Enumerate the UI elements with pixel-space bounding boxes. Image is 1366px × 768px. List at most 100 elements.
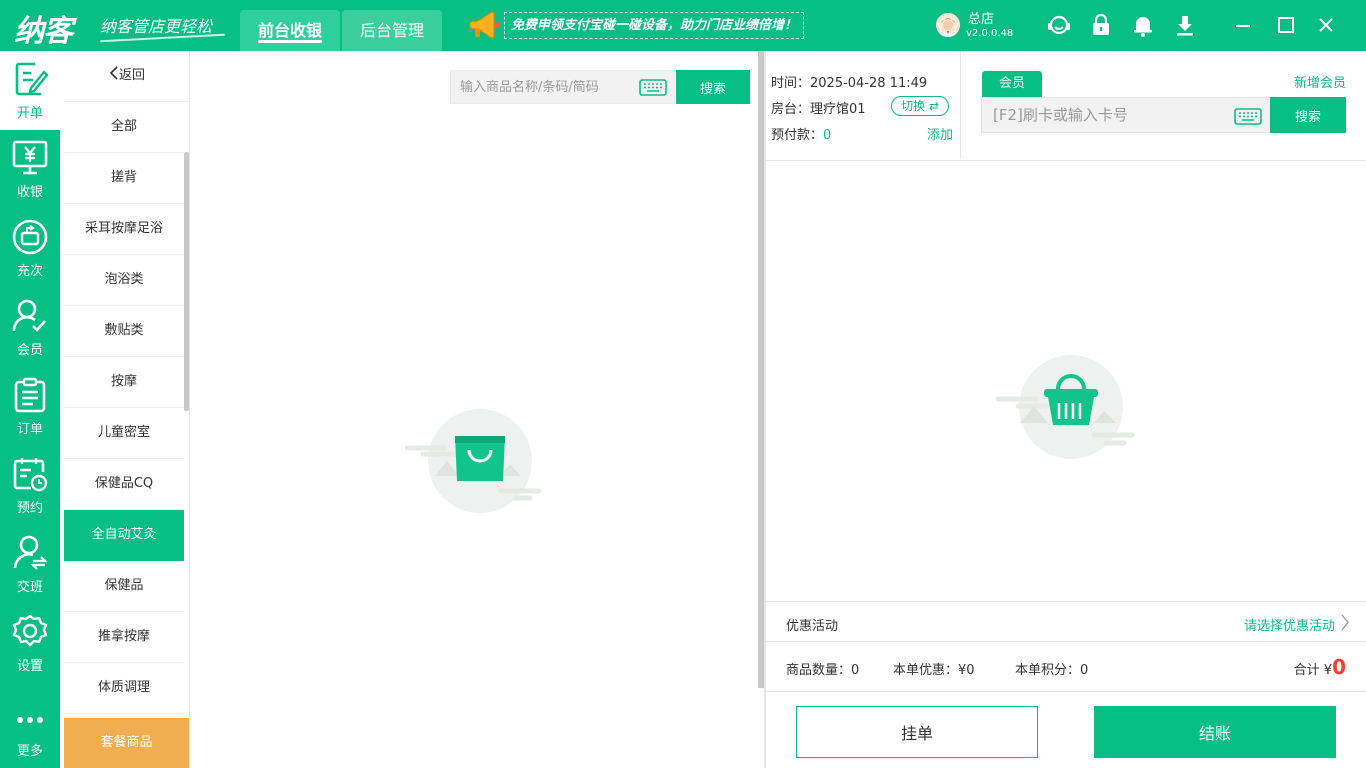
prepay-value: 0	[823, 128, 832, 143]
divider	[766, 160, 1366, 161]
order-edit-icon	[15, 62, 49, 96]
time-value: 2025-04-28 11:49	[810, 76, 928, 91]
discount-label: 本单优惠：	[893, 663, 959, 678]
package-goods-button[interactable]: 套餐商品	[64, 718, 189, 768]
member-tab[interactable]: 会员	[982, 71, 1042, 97]
nav-label: 更多	[16, 744, 43, 759]
top-bar: 纳客 纳客管店更轻松 前台收银 后台管理 免费申领支付宝碰一碰设备，助力门店业绩…	[0, 0, 1366, 51]
empty-bag-illustration	[405, 409, 542, 513]
product-search-button[interactable]: 搜索	[676, 70, 750, 104]
nav-item-more[interactable]: 更多	[0, 689, 60, 768]
room-row: 房台：理疗馆01	[771, 98, 866, 117]
empty-basket-illustration	[996, 355, 1135, 459]
app-slogan: 纳客管店更轻松	[100, 17, 213, 36]
maximize-icon[interactable]	[1275, 14, 1297, 36]
hold-order-button[interactable]: 挂单	[796, 706, 1038, 758]
category-scrollbar[interactable]	[184, 152, 189, 411]
category-item[interactable]: 全部	[64, 102, 184, 153]
tab-label: 后台管理	[359, 21, 424, 40]
switch-room-button[interactable]: 切换 ⇄	[891, 96, 949, 116]
select-promotion-link[interactable]: 请选择优惠活动	[1244, 615, 1335, 634]
category-item[interactable]: 推拿按摩	[64, 612, 184, 663]
category-item[interactable]: 搓背	[64, 153, 184, 204]
store-name[interactable]: 总店	[968, 8, 994, 27]
category-item[interactable]: 敷贴类	[64, 306, 184, 357]
order-discount: 本单优惠：¥0	[893, 659, 975, 678]
nav-item-member[interactable]: 会员	[0, 288, 60, 367]
member-card-input[interactable]	[982, 98, 1222, 132]
category-item[interactable]: 体质调理	[64, 663, 184, 714]
room-label: 房台：	[771, 102, 811, 117]
nav-label: 设置	[16, 659, 43, 674]
checkout-button[interactable]: 结账	[1094, 706, 1336, 758]
category-list: 返回 全部 搓背 采耳按摩足浴 泡浴类 敷贴类 按摩 儿童密室 保健品CQ 全自…	[60, 51, 190, 768]
gear-icon	[12, 614, 48, 647]
cashier-icon	[12, 140, 48, 175]
tab-front-cashier[interactable]: 前台收银	[240, 10, 340, 51]
nav-item-orders[interactable]: 订单	[0, 367, 60, 446]
category-item[interactable]: 按摩	[64, 357, 184, 408]
minimize-icon[interactable]	[1232, 14, 1254, 36]
category-item-selected[interactable]: 全自动艾灸	[64, 510, 184, 561]
chevron-right-icon[interactable]	[1340, 614, 1350, 631]
support-icon[interactable]	[1046, 12, 1072, 38]
app-logo: 纳客	[14, 14, 73, 49]
divider	[766, 691, 1366, 692]
nav-label: 订单	[16, 422, 43, 437]
divider	[766, 601, 1366, 602]
category-item[interactable]: 儿童密室	[64, 408, 184, 459]
order-total: 合计 ¥0	[1294, 655, 1346, 679]
nav-item-appointment[interactable]: 预约	[0, 446, 60, 525]
avatar[interactable]	[936, 13, 960, 37]
tab-back-management[interactable]: 后台管理	[342, 10, 442, 51]
back-button[interactable]: 返回	[64, 51, 190, 102]
divider	[766, 641, 1366, 642]
time-row: 时间：2025-04-28 11:49	[771, 72, 927, 91]
calendar-clock-icon	[13, 458, 48, 492]
nav-label: 充次	[16, 264, 43, 279]
total-label: 合计 ¥	[1293, 663, 1333, 678]
keyboard-icon[interactable]	[1234, 108, 1262, 125]
category-item[interactable]: 泡浴类	[64, 255, 184, 306]
product-search-input[interactable]	[451, 71, 631, 103]
item-count: 商品数量：0	[786, 659, 859, 678]
new-member-link[interactable]: 新增会员	[1294, 72, 1346, 91]
discount-value: ¥0	[958, 663, 975, 678]
nav-item-handover[interactable]: 交班	[0, 525, 60, 604]
nav-item-settings[interactable]: 设置	[0, 604, 60, 683]
lock-icon[interactable]	[1088, 12, 1114, 38]
member-search-button[interactable]: 搜索	[1270, 97, 1346, 133]
more-icon	[17, 717, 43, 723]
category-item[interactable]: 保健品CQ	[64, 459, 184, 510]
prepay-row: 预付款：0	[771, 124, 831, 143]
order-panel: 时间：2025-04-28 11:49 房台：理疗馆01 切换 ⇄ 预付款：0 …	[766, 51, 1366, 768]
nav-item-cashier[interactable]: 收银	[0, 130, 60, 209]
order-points: 本单积分：0	[1015, 659, 1088, 678]
nav-item-order[interactable]: 开单	[0, 51, 60, 130]
left-nav: 开单 收银 充次 会员 订单 预约 交班 设置 更多	[0, 51, 60, 768]
tab-label: 前台收银	[257, 21, 322, 40]
promo-banner[interactable]: 免费申领支付宝碰一碰设备，助力门店业绩倍增！	[504, 12, 804, 39]
download-icon[interactable]	[1172, 12, 1198, 38]
nav-label: 交班	[16, 580, 43, 595]
bell-icon[interactable]	[1130, 12, 1156, 38]
member-search-box	[981, 97, 1271, 133]
keyboard-icon[interactable]	[639, 79, 667, 96]
promotion-label: 优惠活动	[786, 619, 839, 634]
megaphone-icon	[469, 11, 500, 39]
add-prepay-link[interactable]: 添加	[927, 124, 953, 143]
recharge-icon	[12, 219, 48, 255]
active-tab-indicator	[258, 40, 322, 43]
chevron-left-icon	[109, 66, 118, 80]
close-icon[interactable]	[1315, 14, 1337, 36]
app-version: v2.0.0.48	[966, 28, 1014, 39]
product-area: 搜索	[190, 51, 763, 768]
category-item[interactable]: 采耳按摩足浴	[64, 204, 184, 255]
clipboard-icon	[14, 377, 46, 413]
back-label: 返回	[118, 68, 145, 83]
nav-label: 会员	[16, 343, 43, 358]
info-divider	[960, 51, 961, 159]
nav-item-recharge[interactable]: 充次	[0, 209, 60, 288]
points-label: 本单积分：	[1015, 663, 1081, 678]
category-item[interactable]: 保健品	[64, 561, 184, 612]
